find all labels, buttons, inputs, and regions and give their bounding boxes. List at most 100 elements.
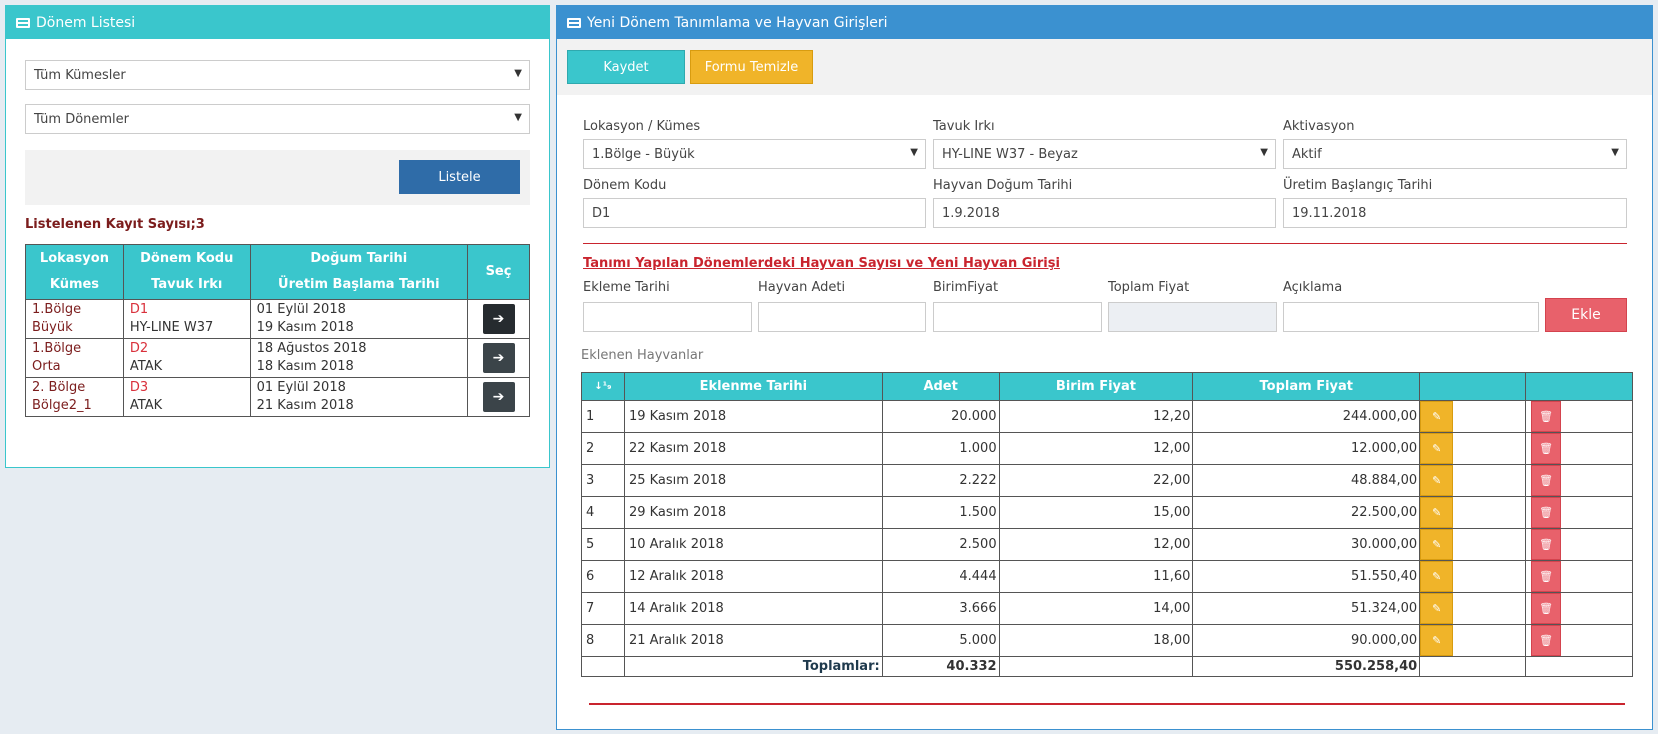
row-location-region: 1.Bölge	[32, 302, 82, 317]
credit-card-icon	[16, 17, 30, 28]
clear-form-button[interactable]: Formu Temizle	[690, 50, 813, 84]
row-select-cell: ➔	[467, 299, 530, 339]
activation-select-value: Aktif	[1292, 146, 1322, 162]
table-row: 3 25 Kasım 2018 2.222 22,00 48.884,00 ✎ 🗑	[581, 464, 1633, 497]
new-period-panel: Yeni Dönem Tanımlama ve Hayvan Girişleri…	[556, 5, 1653, 730]
row-count: 1.000	[881, 432, 1000, 465]
save-button[interactable]: Kaydet	[567, 50, 685, 84]
row-number: 8	[581, 624, 625, 657]
row-code-value: D3	[129, 380, 149, 395]
trash-icon[interactable]: 🗑	[1531, 529, 1562, 560]
activation-select[interactable]: Aktif ▼	[1283, 139, 1627, 169]
table-row: 6 12 Aralık 2018 4.444 11,60 51.550,40 ✎ 🗑	[581, 560, 1633, 593]
table-row: 1.Bölge Büyük D1 HY-LINE W37 01 Eylül 2018…	[25, 299, 530, 339]
row-count: 2.500	[881, 528, 1000, 561]
location-select-value: 1.Bölge - Büyük	[592, 146, 695, 162]
add-button[interactable]: Ekle	[1545, 298, 1627, 332]
table-row: 5 10 Aralık 2018 2.500 12,00 30.000,00 ✎ 🗑	[581, 528, 1633, 561]
new-period-title: Yeni Dönem Tanımlama ve Hayvan Girişleri	[587, 14, 888, 31]
row-delete-cell: 🗑	[1525, 464, 1633, 497]
table-row: 2 22 Kasım 2018 1.000 12,00 12.000,00 ✎ 🗑	[581, 432, 1633, 465]
trash-icon[interactable]: 🗑	[1531, 401, 1562, 432]
breed-select[interactable]: HY-LINE W37 - Beyaz ▼	[933, 139, 1276, 169]
location-label: Lokasyon / Kümes	[583, 119, 701, 134]
description-input[interactable]	[1283, 302, 1539, 332]
table-row: 1 19 Kasım 2018 20.000 12,20 244.000,00 ✎ 🗑	[581, 400, 1633, 433]
row-delete-cell: 🗑	[1525, 560, 1633, 593]
row-unit-price: 18,00	[998, 624, 1194, 657]
trash-icon[interactable]: 🗑	[1531, 593, 1562, 624]
edit-icon[interactable]: ✎	[1420, 561, 1454, 592]
add-date-input[interactable]	[583, 302, 752, 332]
row-code-value: D1	[129, 302, 149, 317]
birth-date-input[interactable]: 1.9.2018	[933, 198, 1276, 228]
col-total-header[interactable]: Toplam Fiyat	[1192, 372, 1421, 401]
trash-icon[interactable]: 🗑	[1531, 561, 1562, 592]
period-list-title: Dönem Listesi	[36, 14, 136, 31]
trash-icon[interactable]: 🗑	[1531, 433, 1562, 464]
col-count-header[interactable]: Adet	[881, 372, 1000, 401]
select-arrow-button[interactable]: ➔	[482, 382, 515, 412]
row-birth-value: 01 Eylül 2018	[256, 380, 346, 395]
trash-icon[interactable]: 🗑	[1531, 497, 1562, 528]
col-date-header: Doğum Tarihi Üretim Başlama Tarihi	[249, 244, 469, 300]
edit-icon[interactable]: ✎	[1420, 433, 1454, 464]
row-date: 12 Aralık 2018	[623, 560, 883, 593]
period-code-input[interactable]: D1	[583, 198, 926, 228]
row-location: 1.Bölge Büyük	[25, 299, 124, 339]
start-date-input[interactable]: 19.11.2018	[1283, 198, 1627, 228]
col-date-header[interactable]: Eklenme Tarihi	[623, 372, 883, 401]
select-arrow-button[interactable]: ➔	[482, 343, 515, 373]
row-delete-cell: 🗑	[1525, 496, 1633, 529]
section-title: Tanımı Yapılan Dönemlerdeki Hayvan Sayıs…	[583, 256, 1060, 271]
row-count: 4.444	[881, 560, 1000, 593]
trash-icon[interactable]: 🗑	[1531, 625, 1562, 656]
unit-price-input[interactable]	[933, 302, 1102, 332]
row-birth-value: 18 Ağustos 2018	[256, 341, 367, 356]
row-delete-cell: 🗑	[1525, 624, 1633, 657]
edit-icon[interactable]: ✎	[1420, 529, 1454, 560]
period-select[interactable]: Tüm Dönemler ▼	[25, 104, 530, 134]
table-row: 7 14 Aralık 2018 3.666 14,00 51.324,00 ✎ 🗑	[581, 592, 1633, 625]
row-breed-value: ATAK	[129, 398, 163, 413]
row-delete-cell: 🗑	[1525, 432, 1633, 465]
activation-label: Aktivasyon	[1283, 119, 1355, 134]
row-total-price: 51.324,00	[1192, 592, 1421, 625]
row-breed-value: ATAK	[129, 359, 163, 374]
period-list-panel: Dönem Listesi Tüm Kümesler ▼ Tüm Dönemle…	[5, 5, 550, 468]
row-delete-cell: 🗑	[1525, 528, 1633, 561]
edit-icon[interactable]: ✎	[1420, 625, 1454, 656]
header-location: Lokasyon	[39, 251, 109, 266]
row-unit-price: 11,60	[998, 560, 1194, 593]
breed-select-value: HY-LINE W37 - Beyaz	[942, 146, 1078, 162]
row-count: 5.000	[881, 624, 1000, 657]
row-edit-cell: ✎	[1419, 624, 1527, 657]
col-unit-header[interactable]: Birim Fiyat	[998, 372, 1194, 401]
row-total-price: 22.500,00	[1192, 496, 1421, 529]
row-location: 2. Bölge Bölge2_1	[25, 377, 124, 417]
row-number: 2	[581, 432, 625, 465]
animal-count-input[interactable]	[758, 302, 926, 332]
list-button[interactable]: Listele	[399, 160, 520, 194]
row-location-region: 2. Bölge	[32, 380, 86, 395]
sort-icon[interactable]: ↓¹₉	[581, 372, 625, 401]
row-start-value: 21 Kasım 2018	[256, 398, 354, 413]
description-label: Açıklama	[1283, 280, 1343, 295]
credit-card-icon	[567, 17, 581, 28]
edit-icon[interactable]: ✎	[1420, 465, 1454, 496]
row-code-value: D2	[129, 341, 149, 356]
edit-icon[interactable]: ✎	[1420, 497, 1454, 528]
location-select[interactable]: 1.Bölge - Büyük ▼	[583, 139, 926, 169]
col-code-header: Dönem Kodu Tavuk Irkı	[122, 244, 251, 300]
caret-down-icon: ▼	[1260, 147, 1268, 158]
select-arrow-button[interactable]: ➔	[482, 304, 515, 334]
edit-icon[interactable]: ✎	[1420, 401, 1454, 432]
trash-icon[interactable]: 🗑	[1531, 465, 1562, 496]
edit-icon[interactable]: ✎	[1420, 593, 1454, 624]
added-animals-label: Eklenen Hayvanlar	[581, 348, 704, 363]
period-list-header: Dönem Listesi	[6, 6, 549, 39]
col-select-header: Seç	[467, 244, 530, 300]
coop-select[interactable]: Tüm Kümesler ▼	[25, 60, 530, 90]
row-edit-cell: ✎	[1419, 528, 1527, 561]
add-date-label: Ekleme Tarihi	[583, 280, 670, 295]
